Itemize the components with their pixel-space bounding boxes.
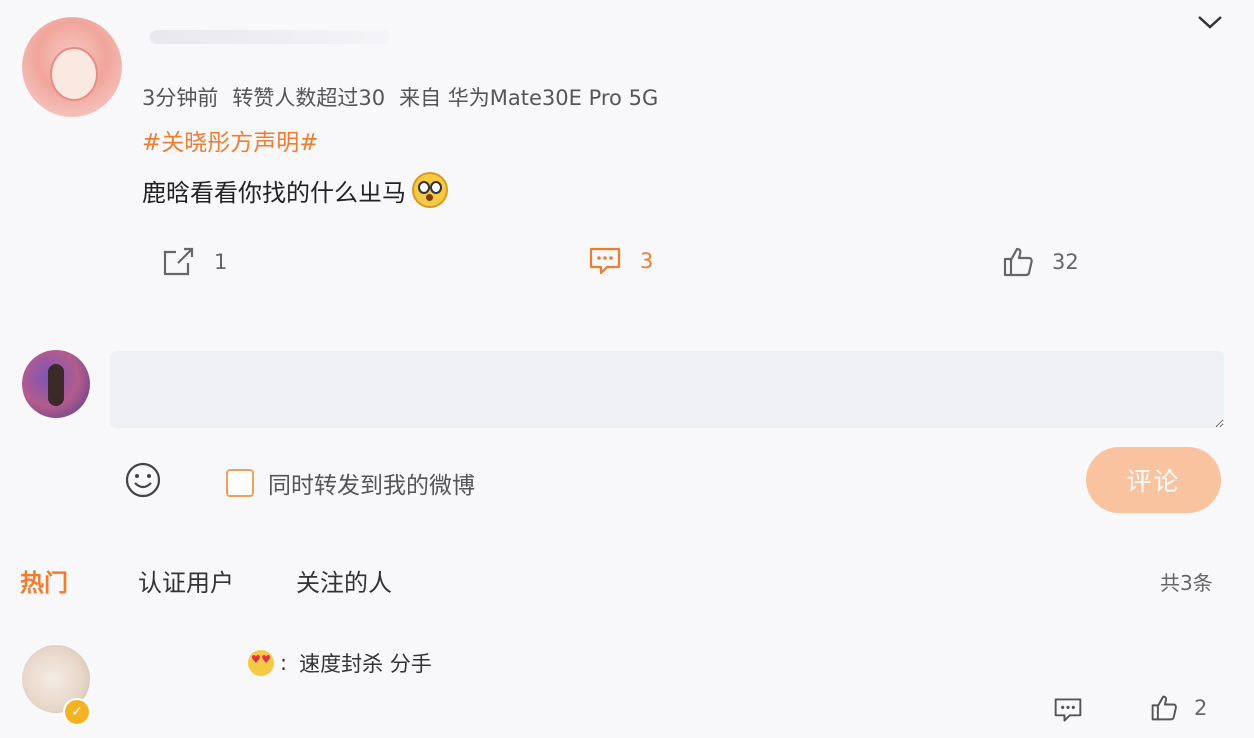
reply-prefix: : — [280, 651, 288, 675]
post-source[interactable]: 来自 华为Mate30E Pro 5G — [399, 86, 658, 110]
thumbs-up-icon — [1003, 247, 1033, 277]
forward-to-weibo-option[interactable]: 同时转发到我的微博 — [226, 466, 475, 500]
repost-count: 1 — [214, 250, 228, 274]
comment-input[interactable] — [110, 351, 1224, 428]
shock-face-emoji-icon — [412, 172, 448, 208]
comment-button[interactable]: 3 — [588, 246, 653, 276]
forward-label: 同时转发到我的微博 — [268, 473, 475, 499]
post-popularity: 转赞人数超过30 — [232, 86, 386, 110]
reply-like-count: 2 — [1194, 696, 1208, 720]
reply-content: : 速度封杀 分手 — [248, 648, 432, 678]
tab-verified-users[interactable]: 认证用户 — [138, 563, 234, 598]
heart-eyes-emoji-icon — [248, 650, 274, 676]
post-meta: 3分钟前 转赞人数超过30 来自 华为Mate30E Pro 5G — [142, 82, 672, 112]
post-text: 鹿晗看看你找的什么ㄓ马 — [142, 178, 406, 207]
tab-following[interactable]: 关注的人 — [296, 563, 392, 598]
post-time: 3分钟前 — [142, 86, 219, 110]
like-count: 32 — [1052, 250, 1079, 274]
comment-total: 共3条 — [1160, 571, 1213, 595]
current-user-avatar[interactable] — [22, 350, 90, 418]
like-button[interactable]: 32 — [1002, 246, 1079, 278]
reply-like-button[interactable]: 2 — [1150, 694, 1207, 722]
tab-hot[interactable]: 热门 — [20, 563, 68, 598]
reply-text: 速度封杀 分手 — [299, 652, 432, 676]
submit-comment-button[interactable]: 评论 — [1086, 447, 1221, 513]
share-icon — [163, 247, 194, 276]
repost-button[interactable]: 1 — [162, 246, 227, 278]
smile-icon[interactable] — [124, 461, 162, 499]
verified-badge-icon: ✓ — [63, 698, 91, 726]
reply-comment-icon[interactable] — [1053, 696, 1083, 724]
comment-count: 3 — [640, 249, 654, 273]
post-body: 鹿晗看看你找的什么ㄓ马 — [142, 172, 448, 208]
thumbs-up-icon — [1151, 695, 1177, 721]
forward-checkbox[interactable] — [226, 469, 254, 497]
post-hashtag[interactable]: #关晓彤方声明# — [142, 123, 319, 157]
chevron-down-icon[interactable] — [1196, 12, 1224, 32]
comment-icon — [589, 247, 621, 275]
author-name-blurred — [150, 30, 390, 44]
comment-filter-tabs: 热门 认证用户 关注的人 — [20, 563, 454, 598]
post-author-avatar[interactable] — [22, 17, 122, 117]
